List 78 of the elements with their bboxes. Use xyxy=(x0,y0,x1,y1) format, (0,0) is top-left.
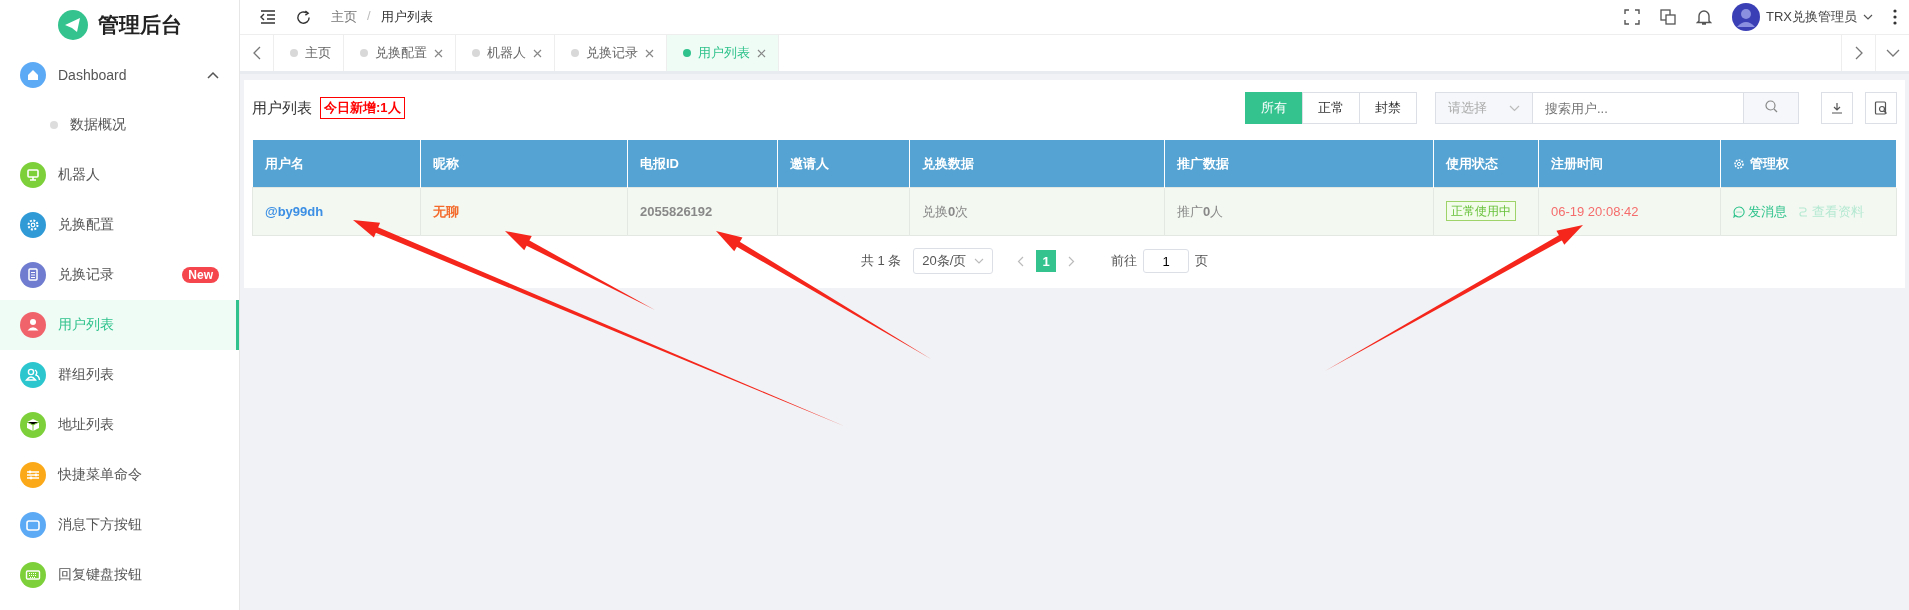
goto-label: 前往 xyxy=(1111,252,1138,270)
chevron-down-icon xyxy=(1885,49,1900,57)
column-header: 用户名 xyxy=(252,140,421,188)
close-icon[interactable] xyxy=(434,48,443,58)
sidebar-item[interactable]: 快捷菜单命令 xyxy=(0,450,239,500)
close-icon[interactable] xyxy=(533,48,542,58)
prev-page-icon[interactable] xyxy=(1017,255,1025,267)
download-icon xyxy=(1831,102,1843,114)
sidebar-item[interactable]: 回复键盘按钮 xyxy=(0,550,239,600)
chat-icon xyxy=(1733,205,1745,218)
caret-icon[interactable] xyxy=(1863,14,1873,20)
column-title: 管理权 xyxy=(1750,154,1789,173)
total-count: 共 1 条 xyxy=(860,252,902,270)
dot-icon xyxy=(50,121,58,129)
tab[interactable]: 机器人 xyxy=(456,35,555,71)
column-header: 使用状态 xyxy=(1433,140,1539,188)
breadcrumb-item[interactable]: 主页 xyxy=(331,8,357,26)
chevron-left-icon xyxy=(252,46,261,60)
file-search-icon xyxy=(1874,101,1888,115)
fullscreen-icon[interactable] xyxy=(1624,9,1640,25)
column-header: 兑换数据 xyxy=(909,140,1165,188)
dot-icon xyxy=(571,49,579,57)
next-page-icon[interactable] xyxy=(1068,255,1076,267)
page-input[interactable]: 1 xyxy=(1143,249,1190,273)
sidebar-item[interactable]: 消息下方按钮 xyxy=(0,500,239,550)
table-cell: 无聊 xyxy=(420,187,628,236)
avatar-icon[interactable] xyxy=(1732,3,1760,31)
filter-button[interactable]: 封禁 xyxy=(1359,92,1417,124)
search-icon xyxy=(1764,100,1778,113)
refresh-icon[interactable] xyxy=(296,9,311,25)
more-icon[interactable] xyxy=(1893,9,1897,25)
sidebar-item[interactable]: 机器人 xyxy=(0,150,239,200)
page-size-select[interactable]: 20条/页 xyxy=(913,248,994,274)
close-icon[interactable] xyxy=(645,48,654,58)
column-header: 电报ID xyxy=(627,140,778,188)
column-header: 昵称 xyxy=(420,140,628,188)
sidebar-item[interactable]: 兑换配置 xyxy=(0,200,239,250)
tab[interactable]: 兑换配置 xyxy=(344,35,456,71)
breadcrumb-item: 用户列表 xyxy=(380,8,433,26)
dot-icon xyxy=(683,49,691,57)
column-header: 注册时间 xyxy=(1538,140,1721,188)
new-users-badge: 今日新增:1人 xyxy=(320,97,405,119)
table-cell: 2055826192 xyxy=(627,187,778,236)
chevron-right-icon xyxy=(1854,46,1863,60)
translate-icon[interactable] xyxy=(1660,9,1676,25)
tab[interactable]: 主页 xyxy=(274,35,344,71)
dot-icon xyxy=(472,49,480,57)
breadcrumb-separator: / xyxy=(367,8,371,25)
dot-icon xyxy=(290,49,298,57)
new-badge: New xyxy=(182,267,219,283)
app-title: 管理后台 xyxy=(97,12,182,38)
status-tag: 正常使用中 xyxy=(1446,201,1516,221)
column-header: 邀请人 xyxy=(777,140,910,188)
search-file-button[interactable] xyxy=(1865,92,1897,124)
table-cell: 推广0人 xyxy=(1164,187,1434,236)
sidebar-item[interactable]: 地址列表 xyxy=(0,400,239,450)
card-title: 用户列表 xyxy=(252,98,312,118)
search-field[interactable]: 搜索用户... xyxy=(1533,92,1743,124)
gear-icon xyxy=(1733,157,1745,170)
close-icon[interactable] xyxy=(757,48,766,58)
filter-button[interactable]: 正常 xyxy=(1302,92,1360,124)
paper-plane-logo-icon xyxy=(57,10,88,40)
chevron-down-icon xyxy=(974,258,985,264)
sidebar-item[interactable]: Dashboard xyxy=(0,50,239,100)
chevron-down-icon xyxy=(1509,104,1520,112)
user-name[interactable]: TRX兑换管理员 xyxy=(1766,8,1857,26)
sidebar-subitem[interactable]: 数据概况 xyxy=(0,100,239,150)
sidebar-item[interactable]: 兑换记录 New xyxy=(0,250,239,300)
table-cell: 06-19 20:08:42 xyxy=(1538,187,1721,236)
table-cell: 兑换0次 xyxy=(909,187,1165,236)
download-button[interactable] xyxy=(1821,92,1853,124)
dot-icon xyxy=(360,49,368,57)
column-header: 推广数据 xyxy=(1164,140,1434,188)
table-cell: @by99dh xyxy=(252,187,421,236)
bell-icon[interactable] xyxy=(1696,8,1712,26)
sidebar-item[interactable]: 群组列表 xyxy=(0,350,239,400)
page-suffix: 页 xyxy=(1195,252,1209,270)
menu-fold-icon[interactable] xyxy=(260,10,276,24)
